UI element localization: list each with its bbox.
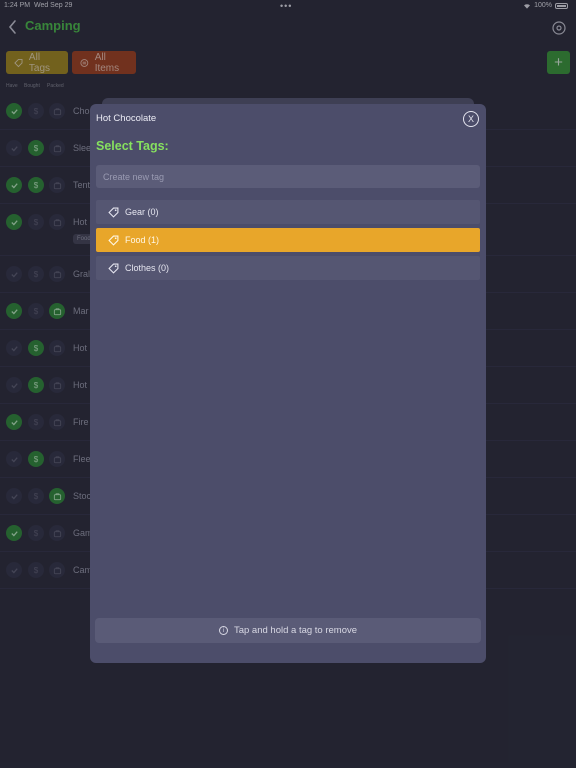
tag-option-label: Food (1) [125, 235, 160, 245]
tag-icon [108, 235, 119, 246]
select-tags-modal: Hot Chocolate X Select Tags: Gear (0) Foo… [90, 104, 486, 663]
modal-item-title: Hot Chocolate [96, 113, 157, 124]
info-icon: i [218, 626, 228, 635]
remove-hint-text: Tap and hold a tag to remove [233, 625, 358, 636]
tag-option-label: Clothes (0) [125, 263, 170, 273]
tag-icon [108, 263, 119, 274]
select-tags-heading: Select Tags: [96, 139, 169, 153]
tag-option[interactable]: Clothes (0) [96, 256, 480, 280]
new-tag-input[interactable] [96, 165, 480, 188]
tag-icon [108, 207, 119, 218]
tag-option[interactable]: Food (1) [96, 228, 480, 252]
remove-hint-bar: i Tap and hold a tag to remove [95, 618, 481, 643]
tag-option-label: Gear (0) [125, 207, 159, 217]
close-button[interactable]: X [463, 111, 479, 127]
tag-option[interactable]: Gear (0) [96, 200, 480, 224]
